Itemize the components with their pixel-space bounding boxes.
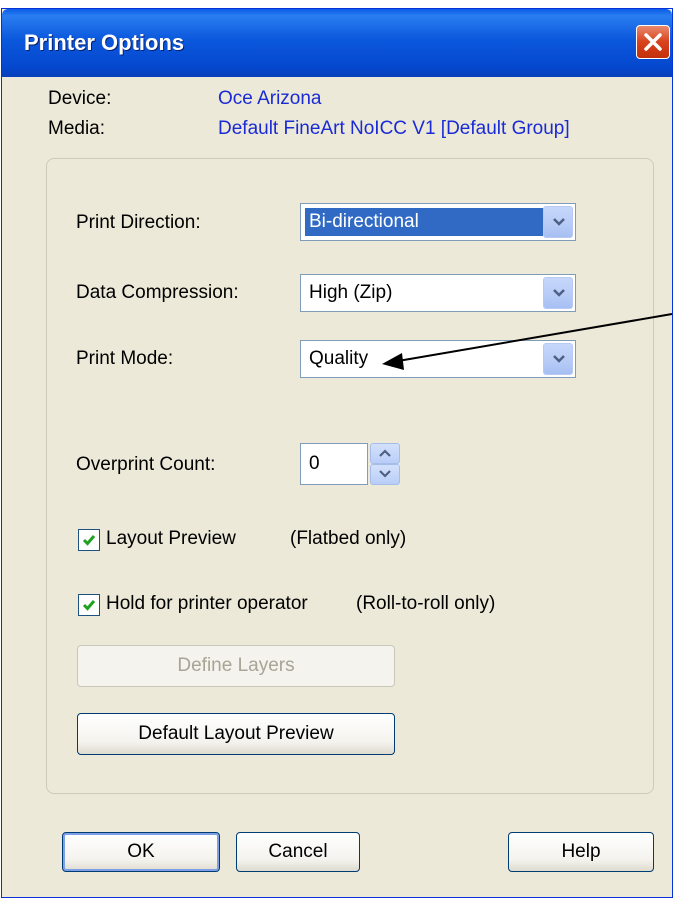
data-compression-select[interactable]: High (Zip) bbox=[300, 274, 576, 312]
hold-for-operator-checkbox[interactable] bbox=[78, 594, 100, 616]
help-button[interactable]: Help bbox=[508, 832, 654, 872]
default-layout-preview-button[interactable]: Default Layout Preview bbox=[77, 713, 395, 755]
overprint-count-label: Overprint Count: bbox=[76, 454, 216, 475]
layout-preview-checkbox[interactable] bbox=[78, 529, 100, 551]
layout-preview-label[interactable]: Layout Preview bbox=[106, 528, 236, 550]
print-mode-dropdown-button[interactable] bbox=[543, 343, 573, 375]
define-layers-button[interactable]: Define Layers bbox=[77, 645, 395, 687]
media-value: Default FineArt NoICC V1 [Default Group] bbox=[218, 118, 570, 139]
hold-for-operator-note: (Roll-to-roll only) bbox=[356, 593, 496, 614]
chevron-down-icon bbox=[553, 289, 565, 297]
overprint-count-input[interactable]: 0 bbox=[300, 443, 368, 485]
title-bar[interactable]: Printer Options bbox=[2, 9, 672, 77]
chevron-down-icon bbox=[553, 218, 565, 226]
checkmark-icon bbox=[82, 535, 96, 546]
chevron-up-icon bbox=[379, 449, 391, 457]
data-compression-value: High (Zip) bbox=[309, 282, 393, 303]
data-compression-dropdown-button[interactable] bbox=[543, 277, 573, 309]
device-value: Oce Arizona bbox=[218, 88, 322, 109]
checkmark-icon bbox=[82, 600, 96, 611]
window-title: Printer Options bbox=[24, 30, 185, 55]
print-direction-value: Bi-directional bbox=[305, 208, 543, 236]
ok-button[interactable]: OK bbox=[62, 832, 220, 872]
media-label: Media: bbox=[48, 118, 106, 139]
print-mode-label: Print Mode: bbox=[76, 348, 174, 369]
overprint-count-down-button[interactable] bbox=[370, 464, 400, 485]
chevron-down-icon bbox=[553, 355, 565, 363]
print-direction-select[interactable]: Bi-directional bbox=[300, 203, 576, 241]
close-button[interactable] bbox=[636, 25, 670, 59]
print-direction-label: Print Direction: bbox=[76, 212, 201, 233]
print-mode-select[interactable]: Quality bbox=[300, 340, 576, 378]
layout-preview-note: (Flatbed only) bbox=[290, 528, 407, 549]
overprint-count-up-button[interactable] bbox=[370, 443, 400, 464]
data-compression-label: Data Compression: bbox=[76, 282, 239, 303]
hold-for-operator-label[interactable]: Hold for printer operator bbox=[106, 593, 308, 615]
device-label: Device: bbox=[48, 88, 112, 109]
print-direction-dropdown-button[interactable] bbox=[543, 206, 573, 238]
close-icon bbox=[644, 33, 662, 51]
cancel-button[interactable]: Cancel bbox=[236, 832, 360, 872]
print-mode-value: Quality bbox=[309, 348, 369, 369]
overprint-count-value: 0 bbox=[309, 453, 320, 474]
chevron-down-icon bbox=[379, 470, 391, 478]
